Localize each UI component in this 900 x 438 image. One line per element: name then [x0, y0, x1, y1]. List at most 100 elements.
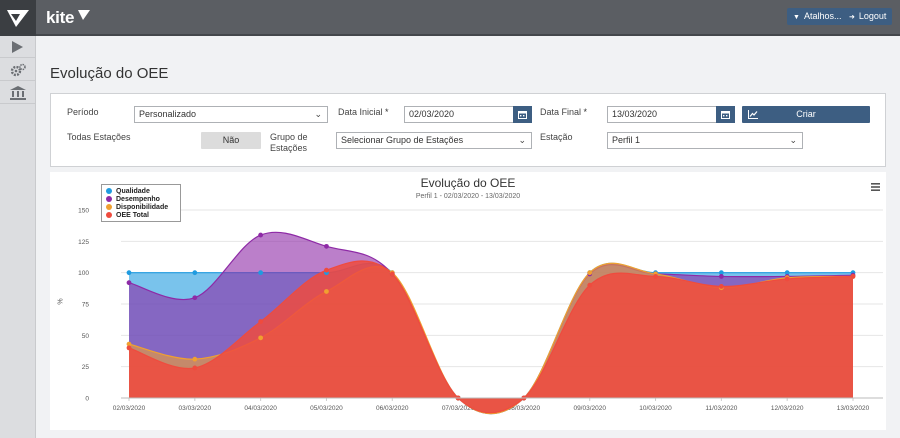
logo-mark-icon — [7, 10, 29, 27]
data-point — [587, 282, 593, 288]
y-tick-label: 25 — [82, 364, 90, 371]
data-point — [587, 270, 593, 276]
legend-marker — [106, 204, 112, 210]
filter-panel: Período Personalizado ⌄ Data Inicial * 0… — [50, 93, 886, 167]
start-date-calendar-button[interactable] — [513, 106, 532, 123]
shortcuts-label: Atalhos... — [803, 11, 842, 21]
data-point — [718, 284, 724, 289]
end-date-input[interactable]: 13/03/2020 — [607, 106, 717, 123]
start-date-label-text: Data Inicial — [338, 107, 383, 117]
period-select[interactable]: Personalizado ⌄ — [134, 106, 328, 123]
create-button[interactable]: Criar — [742, 106, 870, 123]
calendar-icon — [518, 111, 527, 119]
end-date-calendar-button[interactable] — [716, 106, 735, 123]
brand-name: kite — [46, 8, 75, 27]
station-select-value: Perfil 1 — [612, 135, 641, 145]
station-group-select[interactable]: Selecionar Grupo de Estações ⌄ — [336, 132, 532, 149]
sidebar — [0, 36, 36, 438]
logout-label: Logout — [858, 11, 887, 21]
data-point — [192, 270, 198, 276]
data-point — [324, 289, 329, 294]
period-select-value: Personalizado — [139, 109, 197, 119]
sidebar-item-settings[interactable] — [0, 59, 36, 81]
data-point — [126, 345, 132, 351]
data-point — [192, 365, 198, 371]
x-tick-label: 04/03/2020 — [244, 405, 277, 412]
data-point — [126, 270, 132, 276]
data-point — [192, 295, 198, 301]
x-tick-label: 12/03/2020 — [771, 405, 804, 412]
x-tick-label: 11/03/2020 — [705, 405, 737, 412]
page-title: Evolução do OEE — [50, 65, 169, 82]
legend-marker — [106, 188, 112, 194]
top-navbar: kite ▼ Atalhos... ➜ Logout — [0, 0, 900, 36]
start-date-input[interactable]: 02/03/2020 — [404, 106, 514, 123]
legend-marker — [106, 196, 112, 202]
legend-label: OEE Total — [116, 211, 149, 219]
data-point — [258, 232, 264, 238]
data-point — [258, 335, 264, 341]
bank-icon — [10, 86, 26, 100]
legend-item-oee-total[interactable]: OEE Total — [106, 211, 176, 219]
all-stations-toggle-label: Não — [222, 135, 240, 145]
area-chart-icon — [748, 110, 758, 119]
menu-toggle-button[interactable] — [0, 0, 36, 36]
caret-down-icon: ▼ — [793, 14, 800, 21]
data-point — [324, 243, 329, 249]
station-group-select-value: Selecionar Grupo de Estações — [341, 135, 464, 145]
gears-icon — [10, 63, 26, 77]
data-point — [258, 270, 264, 276]
all-stations-toggle[interactable]: Não — [201, 132, 261, 149]
start-date-label: Data Inicial * — [338, 107, 389, 117]
data-point — [653, 274, 658, 279]
x-tick-label: 06/03/2020 — [376, 405, 409, 412]
x-tick-label: 13/03/2020 — [837, 405, 870, 412]
chart-menu-button[interactable] — [871, 178, 880, 196]
station-group-label-line2: Estações — [270, 143, 308, 153]
x-tick-label: 05/03/2020 — [310, 405, 343, 412]
x-tick-label: 03/03/2020 — [179, 405, 212, 412]
y-tick-label: 125 — [78, 239, 89, 246]
shortcuts-button[interactable]: ▼ Atalhos... — [787, 8, 848, 25]
logout-icon: ➜ — [849, 14, 855, 21]
chart-legend: Qualidade Desempenho Disponibilidade OEE… — [101, 184, 181, 222]
y-tick-label: 75 — [82, 302, 90, 309]
data-point — [324, 267, 329, 273]
data-point — [784, 276, 790, 282]
required-mark: * — [385, 107, 389, 117]
station-group-label: Grupo de Estações — [270, 132, 308, 154]
create-button-label: Criar — [796, 109, 816, 119]
data-point — [126, 280, 132, 286]
calendar-icon — [721, 111, 730, 119]
sidebar-item-play[interactable] — [0, 36, 36, 58]
data-point — [389, 271, 395, 277]
legend-item-disponibilidade[interactable]: Disponibilidade — [106, 203, 176, 211]
station-label: Estação — [540, 132, 573, 142]
end-date-value: 13/03/2020 — [612, 109, 658, 119]
logout-button[interactable]: ➜ Logout — [843, 8, 893, 25]
station-select[interactable]: Perfil 1 ⌄ — [607, 132, 803, 149]
chevron-down-icon: ⌄ — [314, 109, 322, 119]
sidebar-item-institution[interactable] — [0, 82, 36, 104]
y-tick-label: 150 — [78, 208, 89, 215]
legend-item-qualidade[interactable]: Qualidade — [106, 187, 176, 195]
station-group-label-line1: Grupo de — [270, 132, 308, 142]
start-date-value: 02/03/2020 — [409, 109, 455, 119]
data-point — [258, 319, 264, 324]
legend-item-desempenho[interactable]: Desempenho — [106, 195, 176, 203]
brand-logo[interactable]: kite — [46, 8, 90, 28]
legend-label: Disponibilidade — [116, 203, 169, 211]
hamburger-menu-icon — [871, 183, 880, 191]
period-label: Período — [67, 107, 99, 117]
end-date-label-text: Data Final — [540, 107, 582, 117]
x-tick-label: 02/03/2020 — [113, 405, 146, 412]
data-point — [718, 274, 724, 279]
legend-marker — [106, 212, 112, 218]
y-axis-label: % — [57, 298, 65, 305]
all-stations-label: Todas Estações — [67, 132, 131, 142]
brand-logo-icon — [78, 10, 90, 20]
play-icon — [12, 41, 23, 53]
chart-panel: 0 25 50 75 100 125 150 02/03/2020 03/03/2020 04/0… — [50, 172, 886, 430]
data-point — [850, 274, 856, 279]
legend-label: Desempenho — [116, 195, 160, 203]
